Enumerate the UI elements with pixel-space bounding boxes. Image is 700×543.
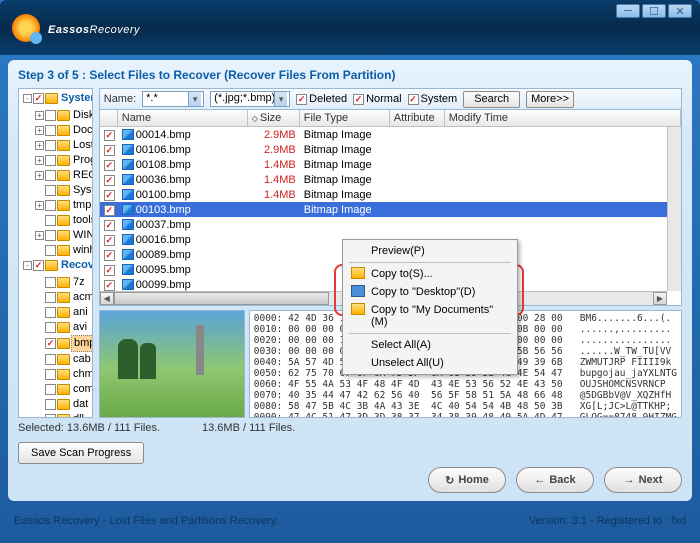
folder-tree[interactable]: -System(C:) +DiskGenius+Documents and Set…	[18, 88, 93, 418]
tree-item[interactable]: System Volume Information	[35, 183, 93, 198]
next-button[interactable]: →Next	[604, 467, 682, 493]
tree-item[interactable]: ani	[35, 305, 90, 320]
file-row[interactable]: 00036.bmp 1.4MB Bitmap Image	[100, 172, 681, 187]
minimize-button[interactable]: ─	[616, 4, 640, 18]
filter-bar: Name: *.* (*.jpg;*.bmp) Deleted Normal S…	[99, 88, 682, 110]
app-logo-icon	[12, 14, 40, 42]
tree-item[interactable]: 7z	[35, 275, 87, 290]
normal-checkbox[interactable]: Normal	[353, 93, 401, 105]
file-icon	[122, 159, 134, 170]
step-title: Step 3 of 5 : Select Files to Recover (R…	[18, 68, 682, 82]
file-icon	[122, 144, 134, 155]
col-time: Modify Time	[445, 110, 681, 126]
tree-item[interactable]: +tmp	[35, 198, 93, 213]
maximize-button[interactable]: ☐	[642, 4, 666, 18]
tree-item[interactable]: +Lost Files	[35, 138, 93, 153]
tree-item[interactable]: acm	[35, 290, 93, 305]
file-row[interactable]: 00103.bmp Bitmap Image	[100, 202, 681, 217]
ctx-preview[interactable]: Preview(P)	[345, 242, 515, 260]
ctx-copy-docs[interactable]: Copy to "My Documents"(M)	[345, 301, 515, 331]
file-icon	[122, 204, 134, 215]
footer: Eassos Recovery - Lost Files and Partiti…	[0, 505, 700, 543]
file-icon	[122, 279, 134, 290]
footer-left: Eassos Recovery - Lost Files and Partiti…	[14, 515, 279, 543]
tree-item[interactable]: winhex	[35, 243, 93, 258]
tree-item[interactable]: +RECYCLER	[35, 168, 93, 183]
tree-item[interactable]: +WINDOWS	[35, 228, 93, 243]
arrow-right-icon: →	[624, 474, 635, 486]
file-icon	[122, 189, 134, 200]
tree-item[interactable]: dat	[35, 397, 90, 412]
deleted-checkbox[interactable]: Deleted	[296, 93, 347, 105]
col-name: Name	[118, 110, 248, 126]
arrow-left-icon: ←	[534, 474, 545, 486]
vertical-scrollbar[interactable]	[667, 127, 681, 291]
file-row[interactable]: 00108.bmp 1.4MB Bitmap Image	[100, 157, 681, 172]
col-size: ◇Size	[248, 110, 300, 126]
titlebar: EassosRecovery ─ ☐ ✕	[0, 0, 700, 55]
tree-item[interactable]: +DiskGenius	[35, 108, 93, 123]
footer-right: Version: 3.1 - Registered to : fxd	[529, 515, 686, 543]
name-filter-combo[interactable]: *.*	[142, 91, 204, 107]
file-icon	[122, 219, 134, 230]
copy-icon	[351, 267, 365, 279]
file-row[interactable]: 00037.bmp	[100, 217, 681, 232]
home-button[interactable]: ↻Home	[428, 467, 506, 493]
context-menu: Preview(P) Copy to(S)... Copy to "Deskto…	[342, 239, 518, 375]
file-icon	[122, 234, 134, 245]
tree-item[interactable]: dll	[35, 412, 86, 418]
file-row[interactable]: 00100.bmp 1.4MB Bitmap Image	[100, 187, 681, 202]
file-row[interactable]: 00014.bmp 2.9MB Bitmap Image	[100, 127, 681, 142]
tree-item[interactable]: avi	[35, 320, 89, 335]
refresh-icon: ↻	[445, 474, 454, 487]
close-button[interactable]: ✕	[668, 4, 692, 18]
status-total: 13.6MB / 111 Files.	[202, 422, 295, 434]
file-icon	[122, 174, 134, 185]
ctx-unselect-all[interactable]: Unselect All(U)	[345, 354, 515, 372]
file-icon	[122, 249, 134, 260]
col-attr: Attribute	[390, 110, 445, 126]
app-title: EassosRecovery	[48, 16, 140, 39]
documents-icon	[351, 303, 365, 315]
tree-item[interactable]: tools	[35, 213, 93, 228]
save-scan-button[interactable]: Save Scan Progress	[18, 442, 144, 464]
tree-item[interactable]: +Documents and Settings	[35, 123, 93, 138]
tree-item[interactable]: cab	[35, 352, 93, 367]
file-icon	[122, 129, 134, 140]
file-list-header[interactable]: Name ◇Size File Type Attribute Modify Ti…	[100, 110, 681, 127]
col-type: File Type	[300, 110, 390, 126]
preview-thumbnail	[99, 310, 245, 418]
desktop-icon	[351, 285, 365, 297]
tree-item[interactable]: com	[35, 382, 93, 397]
ctx-select-all[interactable]: Select All(A)	[345, 336, 515, 354]
tree-item[interactable]: bmp	[35, 335, 93, 352]
ext-filter-combo[interactable]: (*.jpg;*.bmp)	[210, 91, 290, 107]
tree-item[interactable]: -Recovered By Types(C:)	[23, 258, 93, 273]
name-label: Name:	[104, 93, 136, 105]
more-button[interactable]: More>>	[526, 91, 574, 108]
tree-item[interactable]: -System(C:)	[23, 91, 93, 106]
ctx-copy-to[interactable]: Copy to(S)...	[345, 265, 515, 283]
search-button[interactable]: Search	[463, 91, 520, 108]
file-icon	[122, 264, 134, 275]
status-selected: Selected: 13.6MB / 111 Files.	[18, 422, 202, 434]
ctx-copy-desktop[interactable]: Copy to "Desktop"(D)	[345, 283, 515, 301]
back-button[interactable]: ←Back	[516, 467, 594, 493]
system-checkbox[interactable]: System	[408, 93, 458, 105]
tree-item[interactable]: +Program Files	[35, 153, 93, 168]
file-row[interactable]: 00106.bmp 2.9MB Bitmap Image	[100, 142, 681, 157]
tree-item[interactable]: chm	[35, 367, 93, 382]
